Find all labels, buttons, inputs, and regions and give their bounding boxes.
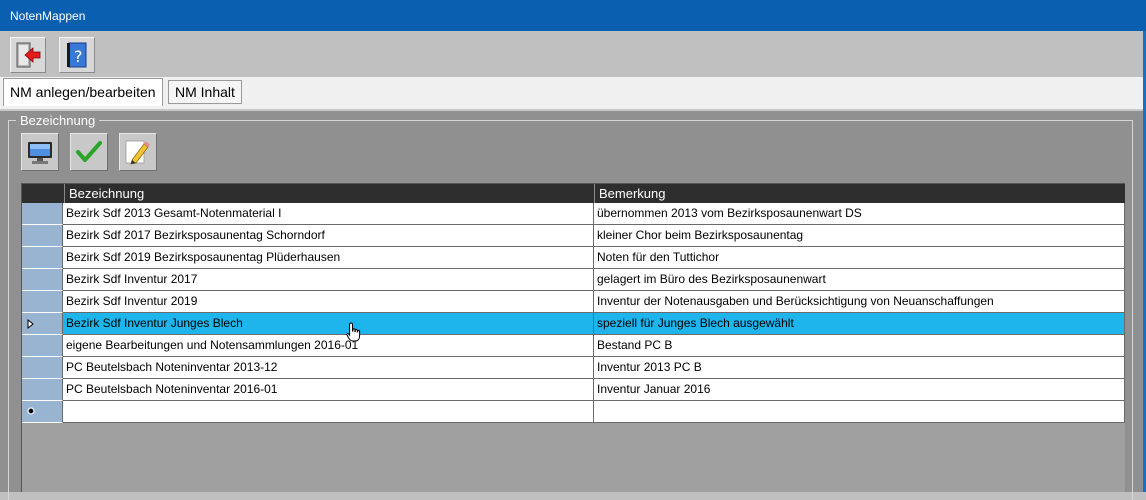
cell-bemerkung[interactable]: Inventur 2013 PC B <box>594 357 1125 379</box>
cell-bemerkung[interactable]: kleiner Chor beim Bezirksposaunentag <box>594 225 1125 247</box>
group-box-label: Bezeichnung <box>16 113 100 128</box>
view-button[interactable] <box>21 133 59 171</box>
cell-bezeichnung[interactable]: Bezirk Sdf Inventur 2019 <box>63 291 594 313</box>
tab-nm-anlegen-bearbeiten[interactable]: NM anlegen/bearbeiten <box>3 78 163 106</box>
table-row[interactable]: eigene Bearbeitungen und Notensammlungen… <box>22 335 1125 357</box>
svg-text:?: ? <box>74 47 83 66</box>
main-toolbar: ? <box>0 31 1143 77</box>
exit-button[interactable] <box>10 37 46 73</box>
table-row[interactable]: Bezirk Sdf 2013 Gesamt-Notenmaterial I ü… <box>22 203 1125 225</box>
row-header[interactable] <box>22 225 63 247</box>
help-button[interactable]: ? <box>59 37 95 73</box>
current-row-arrow-icon <box>27 319 34 329</box>
row-header[interactable] <box>22 203 63 225</box>
help-book-icon: ? <box>67 42 87 68</box>
cell-bezeichnung-new[interactable] <box>63 401 594 423</box>
table-row[interactable]: Bezirk Sdf Inventur 2017 gelagert im Bür… <box>22 269 1125 291</box>
hand-cursor-icon <box>346 322 361 342</box>
column-header-bezeichnung[interactable]: Bezeichnung <box>64 184 594 203</box>
row-header[interactable] <box>22 269 63 291</box>
cell-bemerkung[interactable]: Noten für den Tuttichor <box>594 247 1125 269</box>
table-row-new[interactable] <box>22 401 1125 423</box>
cell-bezeichnung[interactable]: eigene Bearbeitungen und Notensammlungen… <box>63 335 594 357</box>
row-header[interactable] <box>22 291 63 313</box>
cell-bezeichnung[interactable]: PC Beutelsbach Noteninventar 2016-01 <box>63 379 594 401</box>
cell-bemerkung-new[interactable] <box>594 401 1125 423</box>
grid-header: Bezeichnung Bemerkung <box>22 184 1125 203</box>
grid-rows: Bezirk Sdf 2013 Gesamt-Notenmaterial I ü… <box>22 203 1125 423</box>
cell-bemerkung[interactable]: übernommen 2013 vom Bezirksposaunenwart … <box>594 203 1125 225</box>
table-row[interactable]: Bezirk Sdf 2019 Bezirksposaunentag Plüde… <box>22 247 1125 269</box>
confirm-button[interactable] <box>70 133 108 171</box>
exit-door-icon <box>16 42 41 68</box>
cell-bezeichnung[interactable]: Bezirk Sdf Inventur 2017 <box>63 269 594 291</box>
monitor-icon <box>28 142 52 164</box>
edit-button[interactable] <box>119 133 157 171</box>
cell-bemerkung[interactable]: gelagert im Büro des Bezirksposaunenwart <box>594 269 1125 291</box>
content-divider <box>0 109 1143 111</box>
table-row[interactable]: Bezirk Sdf 2017 Bezirksposaunentag Schor… <box>22 225 1125 247</box>
cell-bezeichnung[interactable]: Bezirk Sdf 2013 Gesamt-Notenmaterial I <box>63 203 594 225</box>
tab-strip: NM anlegen/bearbeiten NM Inhalt <box>0 77 1143 109</box>
new-row-star-icon <box>27 407 35 415</box>
cell-bemerkung[interactable]: Inventur der Notenausgaben und Berücksic… <box>594 291 1125 313</box>
row-header[interactable] <box>22 247 63 269</box>
checkmark-icon <box>76 141 102 162</box>
row-header[interactable] <box>22 401 63 423</box>
row-header[interactable] <box>22 335 63 357</box>
table-row[interactable]: PC Beutelsbach Noteninventar 2013-12 Inv… <box>22 357 1125 379</box>
column-header-bemerkung[interactable]: Bemerkung <box>594 184 1125 203</box>
row-header[interactable] <box>22 357 63 379</box>
row-header[interactable] <box>22 313 63 335</box>
table-row-selected[interactable]: Bezirk Sdf Inventur Junges Blech speziel… <box>22 313 1125 335</box>
cell-bemerkung[interactable]: Bestand PC B <box>594 335 1125 357</box>
cell-bezeichnung[interactable]: Bezirk Sdf Inventur Junges Blech <box>63 313 594 335</box>
cell-bezeichnung[interactable]: Bezirk Sdf 2019 Bezirksposaunentag Plüde… <box>63 247 594 269</box>
table-row[interactable]: PC Beutelsbach Noteninventar 2016-01 Inv… <box>22 379 1125 401</box>
table-row[interactable]: Bezirk Sdf Inventur 2019 Inventur der No… <box>22 291 1125 313</box>
row-header[interactable] <box>22 379 63 401</box>
tab-nm-inhalt[interactable]: NM Inhalt <box>168 80 242 104</box>
row-header-corner <box>22 184 63 203</box>
data-grid: Bezeichnung Bemerkung Bezirk Sdf 2013 Ge… <box>21 183 1125 492</box>
cell-bemerkung[interactable]: Inventur Januar 2016 <box>594 379 1125 401</box>
cell-bezeichnung[interactable]: Bezirk Sdf 2017 Bezirksposaunentag Schor… <box>63 225 594 247</box>
window-title: NotenMappen <box>10 9 86 23</box>
cell-bezeichnung[interactable]: PC Beutelsbach Noteninventar 2013-12 <box>63 357 594 379</box>
title-bar: NotenMappen <box>0 0 1146 31</box>
pencil-icon <box>125 140 150 165</box>
cell-bemerkung[interactable]: speziell für Junges Blech ausgewählt <box>594 313 1125 335</box>
